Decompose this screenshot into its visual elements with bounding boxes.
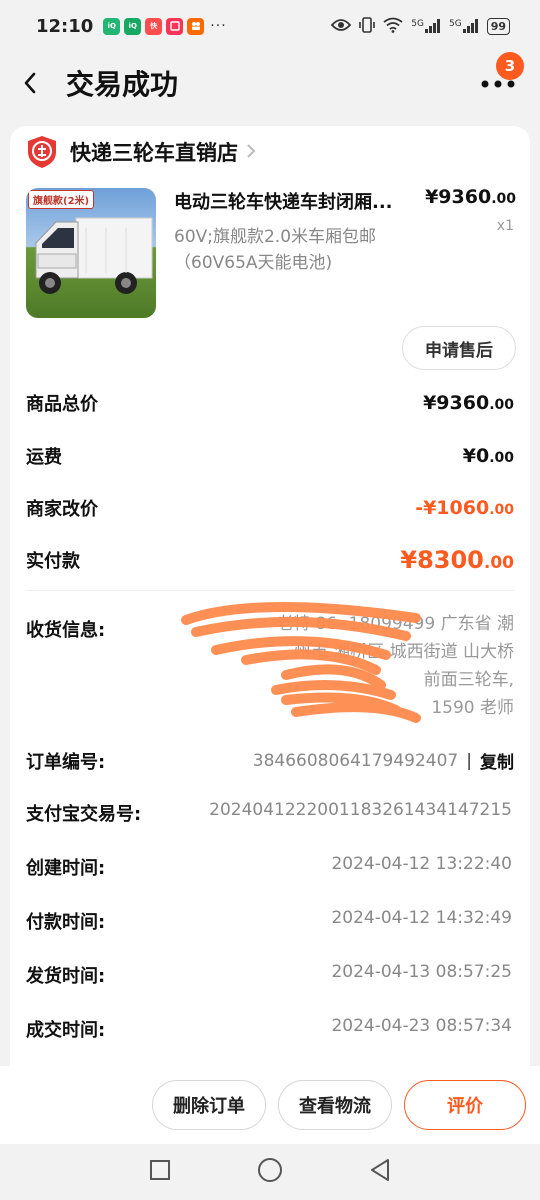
battery-icon: 99: [486, 17, 510, 35]
notification-badge: 3: [496, 52, 524, 80]
chevron-right-icon: [246, 140, 256, 164]
price-row-adjust: 商家改价 -¥1060.00: [26, 493, 514, 523]
shipping-value: ¥0.00: [463, 445, 514, 467]
created-time-label: 创建时间:: [26, 858, 106, 879]
iqiyi-icon: iQ: [103, 17, 121, 35]
recents-button[interactable]: [149, 1159, 171, 1185]
product-price-decimal: .00: [491, 191, 516, 207]
iqiyi-icon: iQ: [124, 17, 142, 35]
product-price: ¥9360.00: [425, 186, 516, 208]
review-button[interactable]: 评价: [404, 1080, 526, 1130]
receiver-label: 收货信息:: [26, 620, 106, 641]
status-bar: 12:10 iQ iQ 快 ··· 5G 5G 99: [0, 0, 540, 52]
order-no-label: 订单编号:: [26, 752, 106, 773]
done-time-label: 成交时间:: [26, 1020, 106, 1041]
paid-amount-main: ¥8300: [400, 546, 484, 574]
product-spec: 60V;旗舰款2.0米车厢包邮（60V65A天能电池): [174, 227, 377, 273]
signal-icon-2: 5G: [449, 19, 479, 33]
paid-amount-decimal: .00: [483, 553, 514, 573]
home-button[interactable]: [257, 1157, 283, 1187]
vibrate-icon: [359, 16, 376, 37]
price-row-shipping: 运费 ¥0.00: [26, 441, 514, 471]
notification-app-icons: iQ iQ 快: [103, 17, 205, 35]
total-value: ¥9360.00: [423, 392, 514, 414]
back-button[interactable]: [0, 53, 60, 113]
view-logistics-button[interactable]: 查看物流: [278, 1080, 392, 1130]
shipping-label: 运费: [26, 447, 62, 468]
triangle-back-icon: [371, 1159, 389, 1181]
paid-amount-value: ¥8300.00: [400, 546, 514, 574]
total-value-decimal: .00: [489, 397, 514, 413]
page-header: 交易成功 3: [0, 52, 540, 114]
adjust-value-main: -¥1060: [415, 497, 490, 519]
status-time: 12:10: [36, 15, 94, 37]
kuaishou-icon: 快: [145, 17, 163, 35]
more-notifications-icon: ···: [210, 18, 227, 34]
shipping-value-decimal: .00: [489, 450, 514, 466]
back-nav-button[interactable]: [369, 1158, 391, 1186]
chevron-left-icon: [24, 72, 36, 94]
shipping-value-main: ¥0: [462, 445, 490, 467]
product-image[interactable]: 旗舰款(2米): [26, 188, 156, 318]
total-value-main: ¥9360: [423, 392, 490, 414]
price-row-total: 商品总价 ¥9360.00: [26, 388, 514, 418]
order-no-row: 3846608064179492407 | 复制: [252, 748, 514, 774]
adjust-value-decimal: .00: [489, 502, 514, 518]
image-tag: 旗舰款(2米): [28, 190, 95, 209]
order-card: 快递三轮车直销店 旗舰款(2米) 电动三轮车快递车封闭厢... 60V;旗舰款2…: [10, 126, 530, 1066]
system-nav-bar: [0, 1144, 540, 1200]
eye-icon: [331, 18, 352, 35]
price-row-paid: 实付款 ¥8300.00: [26, 545, 514, 575]
done-time-value: 2024-04-23 08:57:34: [331, 1016, 512, 1036]
signal-icon-1: 5G: [411, 19, 441, 33]
shop-name: 快递三轮车直销店: [70, 141, 238, 165]
apply-after-sale-button[interactable]: 申请售后: [402, 326, 516, 370]
alipay-no-value: 2024041222001183261434147215: [209, 800, 512, 820]
page-title: 交易成功: [66, 68, 179, 101]
alipay-label: 支付宝交易号:: [26, 804, 142, 825]
shipped-time-value: 2024-04-13 08:57:25: [331, 962, 512, 982]
shop-logo-icon: [28, 136, 56, 168]
circle-icon: [258, 1158, 282, 1182]
copy-button[interactable]: 复制: [480, 748, 514, 773]
video-app-icon: [187, 17, 205, 35]
network-type-2: 5G: [448, 19, 462, 29]
paid-time-value: 2024-04-12 14:32:49: [331, 908, 512, 928]
order-no-value: 3846608064179492407: [252, 750, 459, 771]
shipped-time-label: 发货时间:: [26, 966, 106, 987]
adjust-value: -¥1060.00: [415, 497, 514, 519]
status-right: 5G 5G 99: [331, 16, 510, 37]
created-time-value: 2024-04-12 13:22:40: [331, 854, 512, 874]
shop-row[interactable]: 快递三轮车直销店: [26, 130, 256, 174]
separator: |: [466, 750, 472, 771]
bottom-action-bar: 删除订单 查看物流 评价: [0, 1066, 540, 1144]
redaction-scribble: [181, 602, 421, 723]
square-icon: [150, 1160, 170, 1180]
divider: [26, 590, 514, 591]
paid-time-label: 付款时间:: [26, 912, 106, 933]
total-label: 商品总价: [26, 394, 98, 415]
more-dots-icon: [481, 80, 515, 88]
adjust-label: 商家改价: [26, 499, 98, 520]
network-type-1: 5G: [411, 19, 424, 29]
product-price-main: ¥9360: [425, 186, 492, 208]
xiaohongshu-icon: [166, 17, 184, 35]
delete-order-button[interactable]: 删除订单: [152, 1080, 266, 1130]
product-title[interactable]: 电动三轮车快递车封闭厢...: [174, 188, 424, 214]
product-quantity: x1: [496, 218, 514, 234]
paid-amount-label: 实付款: [26, 551, 80, 572]
wifi-icon: [383, 17, 403, 36]
